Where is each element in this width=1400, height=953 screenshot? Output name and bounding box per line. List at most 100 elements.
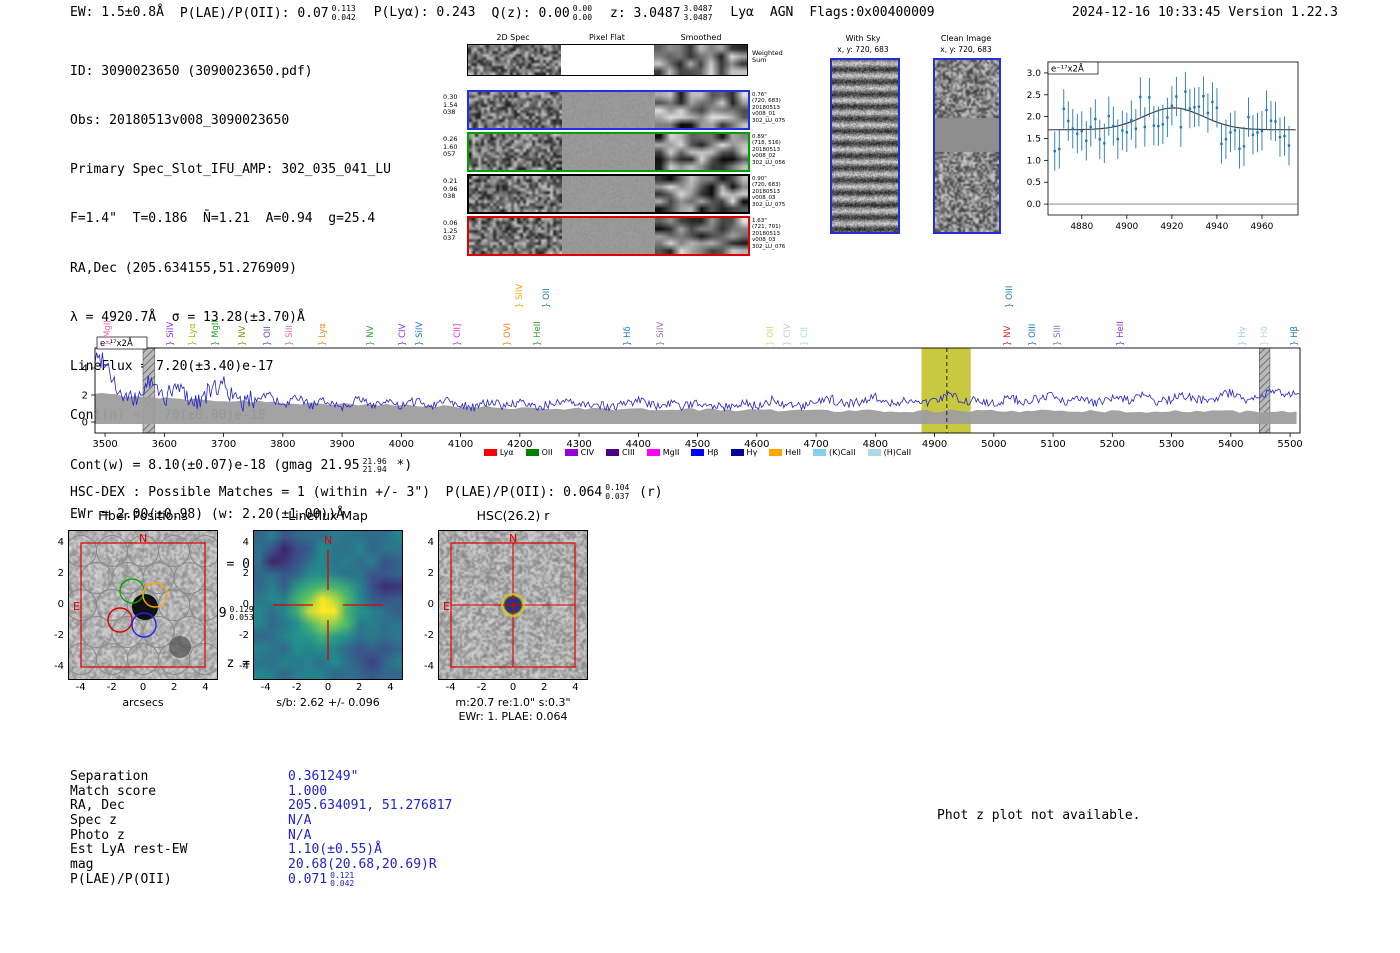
svg-text:4900: 4900 xyxy=(1115,222,1138,232)
match-table-row: Separation 0.361249" xyxy=(70,769,452,785)
line-label-siiv: } SiIV xyxy=(655,321,666,346)
line-label-nv: } NV xyxy=(1003,325,1014,346)
y-tick-label: -4 xyxy=(239,661,249,673)
spec2d-row-left-label: 0.26 1.60 057 xyxy=(443,135,458,158)
line-label-siiv: } SiIV xyxy=(514,283,525,308)
svg-text:0.0: 0.0 xyxy=(1027,200,1042,210)
header-agn-flag: AGN xyxy=(769,5,794,20)
info-primary: Primary Spec_Slot_IFU_AMP: 302_035_041_L… xyxy=(70,162,391,178)
match-row-label: Separation xyxy=(70,769,149,784)
hsc-r-panel: HSC(26.2) r NE m:20.7 re:1.0" s:0.3" EWr… xyxy=(398,506,628,728)
legend-item: (H)CaII xyxy=(867,448,911,457)
hsc-r-overlay: NE xyxy=(438,530,588,680)
legend-swatch xyxy=(564,449,578,456)
spec2d-strip-smooth xyxy=(655,92,748,128)
z-lo: 3.0487 xyxy=(683,12,713,22)
spec2d-strip-smooth xyxy=(655,134,748,170)
legend-item: MgII xyxy=(646,448,680,457)
match-table-row: Est LyA rest-EW 1.10(±0.55)Å xyxy=(70,843,452,858)
y-tick-label: -2 xyxy=(424,630,434,642)
match-table-row: P(LAE)/P(OII) 0.071 0.121 0.042 xyxy=(70,871,452,888)
spec2d-strip xyxy=(467,216,750,256)
lineflux-map-overlay: N xyxy=(253,530,403,680)
spec2d-strip-flat xyxy=(562,176,655,212)
legend-item: OII xyxy=(525,448,553,457)
hsc-match-line: HSC-DEX : Possible Matches = 1 (within +… xyxy=(70,483,663,501)
legend-swatch xyxy=(483,449,497,456)
spec2d-cutouts: 2D Spec Pixel Flat Smoothed Weighted Sum… xyxy=(443,30,803,262)
match-table-row: Spec z N/A xyxy=(70,813,452,829)
svg-text:4880: 4880 xyxy=(1070,222,1093,232)
line-label-ovi: } OVI xyxy=(503,323,513,346)
spec2d-strip xyxy=(467,44,748,76)
header-plya: P(Lyα): 0.243 xyxy=(373,5,476,20)
header-plae-poii: P(LAE)/P(OII): 0.07 0.113 0.042 xyxy=(179,4,358,22)
plae-lo: 0.042 xyxy=(331,12,356,22)
col-header-smoothed: Smoothed xyxy=(680,33,722,42)
y-tick-label: -2 xyxy=(239,630,249,642)
match-row-label: Est LyA rest-EW xyxy=(70,842,188,858)
match-row-value: 205.634091, 51.276817 xyxy=(288,798,453,814)
legend-swatch xyxy=(730,449,744,456)
line-label-ly: } Lyα xyxy=(187,323,198,346)
legend-item: Hβ xyxy=(691,448,719,457)
y-tick-label: 0 xyxy=(57,599,64,610)
svg-text:E: E xyxy=(443,600,450,613)
spec2d-strip-spec xyxy=(468,45,561,75)
spec2d-strip-spec xyxy=(469,134,562,170)
plae-label: P(LAE)/P(OII): 0.07 xyxy=(179,6,329,21)
y-tick-label: 4 xyxy=(57,536,64,548)
x-tick-label: 0 xyxy=(139,682,147,693)
header-qz: Q(z): 0.00 0.00 0.00 xyxy=(491,4,594,22)
match-table-row: Match score 1.000 xyxy=(70,784,452,800)
header-flags: Flags:0x00400009 xyxy=(809,5,935,20)
x-tick-label: -4 xyxy=(75,682,86,693)
match-row-value: 20.68(20.68,20.69)R xyxy=(288,857,437,873)
match-table-row: Photo z N/A xyxy=(70,827,452,844)
y-tick-label: 2 xyxy=(57,567,64,579)
z-label: z: 3.0487 xyxy=(610,6,681,21)
x-tick-label: -4 xyxy=(445,682,456,693)
line-label-siiv: } SiIV xyxy=(415,321,426,346)
line-label-civ: } CIV xyxy=(398,323,409,346)
with-sky-title: With Sky xyxy=(845,34,881,43)
hsc-r-xlabel: m:20.7 re:1.0" s:0.3" xyxy=(455,696,571,709)
line-label-nv: } NV xyxy=(366,325,377,346)
x-tick-label: -2 xyxy=(476,682,487,693)
spec2d-strip-spec xyxy=(469,218,562,254)
full-spectrum-svg: 0243500 3600 3700 3800 3900 4000 4100 4200 4300 4… xyxy=(82,336,1303,450)
zoom-spectrum-plot: 0.0 0.5 1.0 1.5 2.0 2.5 3.0 4880 4900 4920 4940 496… xyxy=(1012,46,1357,241)
match-row-label: Photo z xyxy=(70,827,125,843)
spec2d-row-right-label: 1.63" (721, 701) 20180513 v008_03 302_LU… xyxy=(752,218,786,250)
svg-text:0: 0 xyxy=(82,418,88,429)
info-obs: Obs: 20180513v008_3090023650 xyxy=(70,113,290,129)
header-ew: EW: 1.5±0.8Å xyxy=(70,5,164,20)
spectrum-legend: Lyα OII CIV CIII MgII Hβ Hγ HeII (K)CaII (H)CaII xyxy=(95,448,1300,457)
line-label-h: } Hβ xyxy=(1290,326,1301,346)
svg-text:2.0: 2.0 xyxy=(1027,113,1042,123)
line-label-siii: } SIII xyxy=(1052,324,1063,346)
qz-lo: 0.00 xyxy=(572,12,593,22)
match-table-row: mag 20.68(20.68,20.69)R xyxy=(70,857,452,873)
match-row-value: N/A xyxy=(288,813,312,829)
qz-label: Q(z): 0.00 xyxy=(491,6,570,21)
line-label-cii: } CII xyxy=(799,326,810,346)
legend-item: CIII xyxy=(606,448,635,457)
legend-label: MgII xyxy=(662,448,680,457)
fiber-positions-overlay: NE xyxy=(68,530,218,680)
line-label-ly: } Lyα xyxy=(318,323,329,346)
match-row-label: RA, Dec xyxy=(70,798,125,814)
legend-label: CIII xyxy=(622,448,635,457)
info-id: ID: 3090023650 (3090023650.pdf) xyxy=(70,63,313,79)
legend-item: HeII xyxy=(769,448,801,457)
spec2d-row-right-label: 0.76" (720, 683) 20180513 v008_01 302_LU… xyxy=(752,92,786,124)
match-row-value: 1.10(±0.55)Å xyxy=(288,842,382,858)
line-label-h: } Hδ xyxy=(623,326,634,346)
with-sky-image xyxy=(830,58,900,234)
spec2d-strip-smooth xyxy=(655,176,748,212)
line-label-oiii: } OIII xyxy=(1004,285,1015,308)
spec2d-strip-flat xyxy=(561,45,654,75)
hsc-r-xlabel2: EWr: 1. PLAE: 0.064 xyxy=(458,710,568,723)
elixer-report-page: EW: 1.5±0.8Å P(LAE)/P(OII): 0.07 0.113 0.0… xyxy=(0,0,1400,953)
header-summary: EW: 1.5±0.8Å P(LAE)/P(OII): 0.07 0.113 0.0… xyxy=(70,4,935,22)
